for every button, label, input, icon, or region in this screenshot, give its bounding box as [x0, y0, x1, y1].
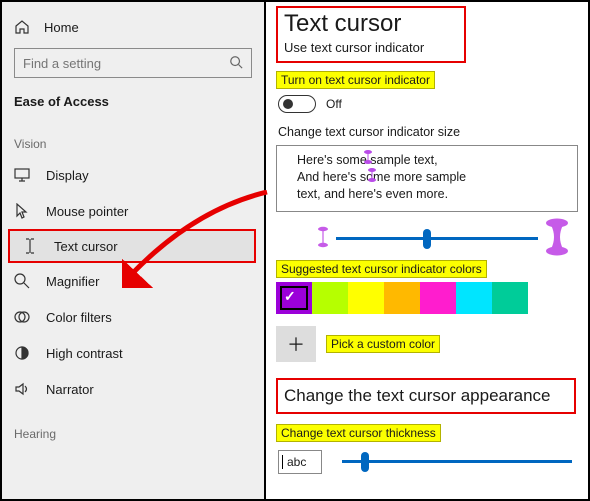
- narrator-icon: [14, 381, 30, 397]
- sidebar-item-high-contrast[interactable]: High contrast: [2, 335, 264, 371]
- sidebar-item-label: Mouse pointer: [46, 204, 128, 219]
- color-swatch-yellow[interactable]: [348, 282, 384, 314]
- sidebar-item-text-cursor[interactable]: Text cursor: [8, 229, 256, 263]
- custom-color-callout: Pick a custom color: [326, 335, 440, 353]
- sample-cursor-bot: [367, 168, 377, 182]
- color-swatch-lime[interactable]: [312, 282, 348, 314]
- appearance-heading: Change the text cursor appearance: [284, 386, 551, 405]
- slider-min-icon: [316, 226, 330, 251]
- home-icon: [14, 19, 30, 35]
- sample-line: Here's some sample text,: [297, 152, 567, 169]
- colors-callout: Suggested text cursor indicator colors: [276, 260, 487, 278]
- text-cursor-icon: [22, 238, 38, 254]
- size-label: Change text cursor indicator size: [278, 125, 578, 139]
- plus-icon: ＋: [287, 331, 305, 357]
- sample-line: And here's some more sample: [297, 169, 567, 186]
- sidebar-item-label: Magnifier: [46, 274, 99, 289]
- search-box[interactable]: [14, 48, 252, 78]
- sidebar-item-narrator[interactable]: Narrator: [2, 371, 264, 407]
- sample-line: text, and here's even more.: [297, 186, 567, 203]
- color-swatch-cyan[interactable]: [456, 282, 492, 314]
- slider-max-icon: [544, 218, 570, 259]
- sidebar-item-label: High contrast: [46, 346, 123, 361]
- settings-sidebar: Home Ease of Access Vision Display: [2, 2, 266, 499]
- home-nav[interactable]: Home: [2, 10, 264, 44]
- thickness-callout: Change text cursor thickness: [276, 424, 441, 442]
- page-header-callout: Text cursor Use text cursor indicator: [276, 6, 466, 63]
- sidebar-item-label: Display: [46, 168, 89, 183]
- home-label: Home: [44, 20, 79, 35]
- toggle-callout: Turn on text cursor indicator: [276, 71, 435, 89]
- page-title: Text cursor: [284, 10, 458, 38]
- thickness-slider[interactable]: [342, 460, 572, 463]
- indicator-toggle[interactable]: [278, 95, 316, 113]
- section-title: Ease of Access: [2, 88, 264, 125]
- sidebar-item-mouse-pointer[interactable]: Mouse pointer: [2, 193, 264, 229]
- thickness-preview-text: abc: [281, 455, 306, 469]
- group-label-hearing: Hearing: [2, 407, 264, 447]
- color-swatch-purple[interactable]: ✓: [276, 282, 312, 314]
- sample-text-box: Here's some sample text, And here's some…: [276, 145, 578, 212]
- indicator-size-slider[interactable]: [336, 237, 538, 240]
- sidebar-item-label: Color filters: [46, 310, 112, 325]
- group-label-vision: Vision: [2, 125, 264, 157]
- page-subtitle: Use text cursor indicator: [284, 40, 458, 55]
- thickness-preview: abc: [278, 450, 322, 474]
- color-swatch-gold[interactable]: [384, 282, 420, 314]
- sidebar-item-label: Narrator: [46, 382, 94, 397]
- search-input[interactable]: [23, 56, 229, 71]
- sidebar-item-magnifier[interactable]: Magnifier: [2, 263, 264, 299]
- appearance-heading-callout: Change the text cursor appearance: [276, 378, 576, 414]
- sidebar-item-label: Text cursor: [54, 239, 118, 254]
- display-icon: [14, 167, 30, 183]
- high-contrast-icon: [14, 345, 30, 361]
- color-filters-icon: [14, 309, 30, 325]
- search-icon: [229, 55, 243, 72]
- color-swatch-magenta[interactable]: [420, 282, 456, 314]
- custom-color-button[interactable]: ＋: [276, 326, 316, 362]
- sample-cursor-top: [363, 150, 373, 164]
- sidebar-item-color-filters[interactable]: Color filters: [2, 299, 264, 335]
- toggle-state-label: Off: [326, 97, 342, 111]
- main-content: Text cursor Use text cursor indicator Tu…: [266, 2, 588, 499]
- color-swatch-teal[interactable]: [492, 282, 528, 314]
- color-swatches: ✓: [276, 282, 578, 314]
- magnifier-icon: [14, 273, 30, 289]
- sidebar-item-display[interactable]: Display: [2, 157, 264, 193]
- mouse-pointer-icon: [14, 203, 30, 219]
- indicator-size-slider-row: [276, 212, 578, 260]
